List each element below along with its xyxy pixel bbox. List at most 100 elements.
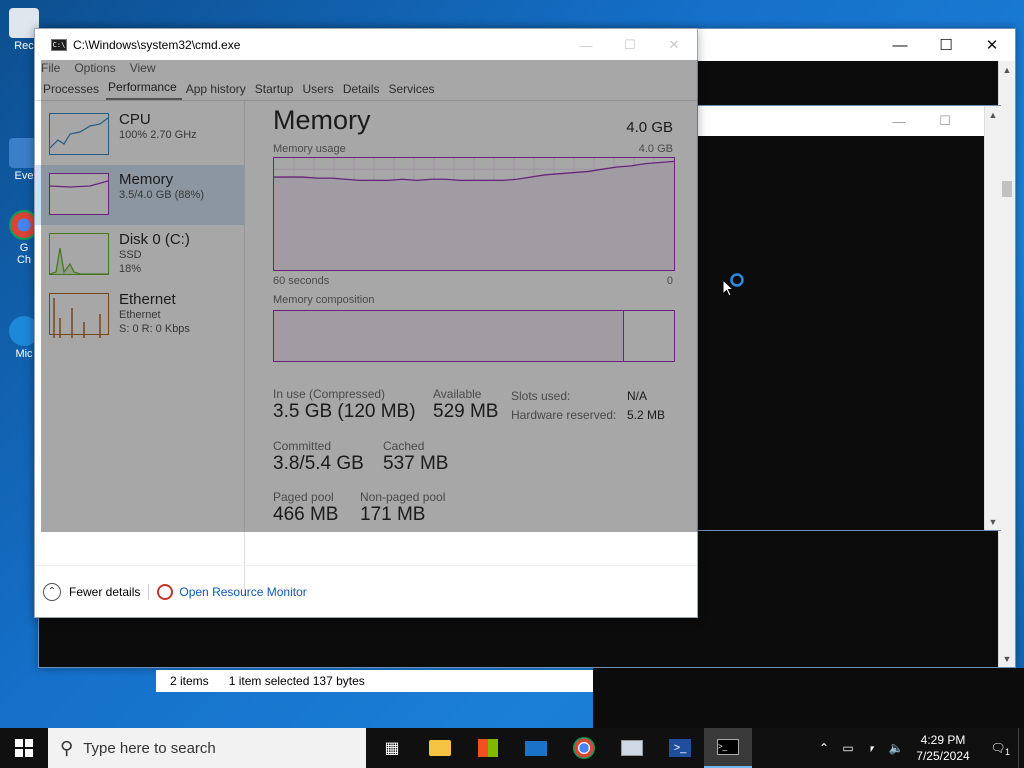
chevron-up-icon[interactable]: ⌃ bbox=[43, 582, 61, 601]
notification-icon[interactable]: 🗨 1 bbox=[978, 741, 1018, 757]
stat-nonpaged-pool: Non-paged pool 171 MB bbox=[360, 490, 445, 526]
system-tray: ⌃ ▭ ⎖ 🔈 4:29 PM 7/25/2024 🗨 1 bbox=[812, 728, 1024, 768]
tab-bar: Processes Performance App history Startu… bbox=[35, 77, 697, 101]
start-button[interactable] bbox=[0, 728, 48, 768]
close-button[interactable]: ✕ bbox=[651, 29, 697, 61]
scroll-down-icon[interactable]: ▼ bbox=[985, 513, 1001, 530]
busy-cursor-icon bbox=[722, 272, 748, 303]
network-icon[interactable]: ⎖ bbox=[860, 741, 884, 756]
time-right-label: 0 bbox=[666, 275, 673, 287]
sidebar-item-detail: 3.5/4.0 GB (88%) bbox=[119, 189, 204, 201]
vertical-scrollbar[interactable]: ▲ ▼ bbox=[984, 106, 1001, 530]
tab-services[interactable]: Services bbox=[387, 82, 440, 100]
cmd-icon: C:\ bbox=[51, 39, 67, 51]
menu-bar: File Options View bbox=[35, 61, 697, 77]
taskbar-mail[interactable] bbox=[512, 728, 560, 768]
sidebar-item-memory[interactable]: Memory 3.5/4.0 GB (88%) bbox=[35, 165, 244, 225]
stat-value: 171 MB bbox=[360, 504, 426, 525]
menu-file[interactable]: File bbox=[41, 61, 60, 77]
battery-icon[interactable]: ▭ bbox=[836, 741, 860, 755]
tab-processes[interactable]: Processes bbox=[41, 82, 104, 100]
sidebar-item-disk[interactable]: Disk 0 (C:) SSD 18% bbox=[35, 225, 244, 285]
mail-icon bbox=[525, 740, 547, 756]
item-count: 2 items bbox=[170, 674, 209, 688]
taskbar-store[interactable] bbox=[464, 728, 512, 768]
stat-hw-labels: Slots used: Hardware reserved: bbox=[511, 387, 616, 425]
sidebar-item-cpu[interactable]: CPU 100% 2.70 GHz bbox=[35, 105, 244, 165]
memory-thumbnail bbox=[49, 173, 109, 215]
sidebar-item-detail: Ethernet bbox=[119, 309, 161, 321]
slots-label: Slots used: bbox=[511, 389, 571, 403]
stat-label: Available bbox=[433, 387, 482, 401]
close-button[interactable]: ✕ bbox=[969, 29, 1015, 61]
stat-cached: Cached 537 MB bbox=[383, 439, 448, 475]
cmd-window-second[interactable]: — ☐ ▲ ▼ bbox=[660, 105, 1001, 531]
show-desktop-button[interactable] bbox=[1018, 728, 1024, 768]
minimize-button[interactable]: — bbox=[563, 29, 609, 61]
time-left-label: 60 seconds bbox=[273, 275, 330, 287]
cpu-thumbnail bbox=[49, 113, 109, 155]
menu-options[interactable]: Options bbox=[74, 61, 115, 77]
stat-in-use: In use (Compressed) 3.5 GB (120 MB) bbox=[273, 387, 416, 423]
tab-app-history[interactable]: App history bbox=[184, 82, 251, 100]
sidebar-item-detail: 100% 2.70 GHz bbox=[119, 129, 197, 141]
taskbar-powershell[interactable]: >_ bbox=[656, 728, 704, 768]
task-view-icon: ▦ bbox=[384, 740, 400, 757]
minimize-button[interactable]: — bbox=[876, 106, 922, 136]
console-background bbox=[593, 668, 1024, 728]
resource-list: CPU 100% 2.70 GHz Memory 3.5/4.0 GB (88%… bbox=[35, 101, 245, 598]
tab-details[interactable]: Details bbox=[341, 82, 385, 100]
stat-label: Paged pool bbox=[273, 490, 334, 504]
cmd-icon: >_ bbox=[717, 739, 739, 755]
stat-available: Available 529 MB bbox=[433, 387, 498, 423]
divider bbox=[148, 583, 150, 600]
menu-view[interactable]: View bbox=[130, 61, 156, 77]
fewer-details-button[interactable]: Fewer details bbox=[69, 585, 140, 599]
taskbar-remote-desktop[interactable] bbox=[608, 728, 656, 768]
taskbar-chrome[interactable] bbox=[560, 728, 608, 768]
folder-icon bbox=[429, 740, 451, 756]
composition-in-use bbox=[274, 311, 624, 361]
hw-reserved-label: Hardware reserved: bbox=[511, 408, 617, 422]
resource-monitor-icon bbox=[157, 583, 174, 600]
taskbar-search[interactable]: ⚲ Type here to search bbox=[48, 728, 366, 768]
powershell-icon: >_ bbox=[669, 739, 691, 757]
stat-hw-values: N/A 5.2 MB bbox=[627, 387, 665, 425]
maximize-button[interactable]: ☐ bbox=[922, 106, 968, 136]
store-icon bbox=[478, 739, 498, 757]
cmd-second-titlebar[interactable]: — ☐ bbox=[661, 106, 1000, 136]
windows-logo-icon bbox=[15, 739, 33, 757]
notification-badge: 1 bbox=[1004, 747, 1010, 757]
usage-chart bbox=[274, 158, 675, 270]
clock[interactable]: 4:29 PM 7/25/2024 bbox=[908, 732, 978, 764]
scroll-up-icon[interactable]: ▲ bbox=[999, 61, 1015, 78]
minimize-button[interactable]: — bbox=[877, 29, 923, 61]
scroll-up-icon[interactable]: ▲ bbox=[985, 106, 1001, 123]
task-manager-footer: ⌃ Fewer details Open Resource Monitor bbox=[35, 565, 697, 617]
explorer-status-bar: 2 items 1 item selected 137 bytes bbox=[156, 670, 593, 692]
tab-users[interactable]: Users bbox=[300, 82, 338, 100]
tab-performance[interactable]: Performance bbox=[106, 80, 182, 100]
taskbar-cmd[interactable]: >_ bbox=[704, 728, 752, 768]
chrome-icon bbox=[573, 737, 595, 759]
volume-muted-icon[interactable]: 🔈 bbox=[884, 741, 908, 755]
memory-total: 4.0 GB bbox=[626, 119, 673, 136]
taskbar-file-explorer[interactable] bbox=[416, 728, 464, 768]
tab-startup[interactable]: Startup bbox=[253, 82, 299, 100]
open-resource-monitor-link[interactable]: Open Resource Monitor bbox=[179, 585, 306, 599]
task-manager-window[interactable]: C:\ C:\Windows\system32\cmd.exe — ☐ ✕ Fi… bbox=[34, 28, 698, 618]
clock-time: 4:29 PM bbox=[920, 733, 966, 747]
sidebar-item-ethernet[interactable]: Ethernet Ethernet S: 0 R: 0 Kbps bbox=[35, 285, 244, 345]
scroll-thumb[interactable] bbox=[1002, 181, 1012, 197]
stat-value: 3.5 GB (120 MB) bbox=[273, 401, 416, 422]
usage-max: 4.0 GB bbox=[638, 143, 673, 155]
page-title: Memory bbox=[273, 105, 371, 135]
scroll-down-icon[interactable]: ▼ bbox=[999, 650, 1015, 667]
maximize-button[interactable]: ☐ bbox=[607, 29, 653, 61]
task-manager-titlebar[interactable]: C:\ C:\Windows\system32\cmd.exe — ☐ ✕ bbox=[35, 29, 697, 61]
stat-committed: Committed 3.8/5.4 GB bbox=[273, 439, 364, 475]
task-view-button[interactable]: ▦ bbox=[368, 728, 416, 768]
window-title: C:\Windows\system32\cmd.exe bbox=[73, 38, 241, 52]
maximize-button[interactable]: ☐ bbox=[923, 29, 969, 61]
chevron-up-icon[interactable]: ⌃ bbox=[812, 741, 836, 755]
